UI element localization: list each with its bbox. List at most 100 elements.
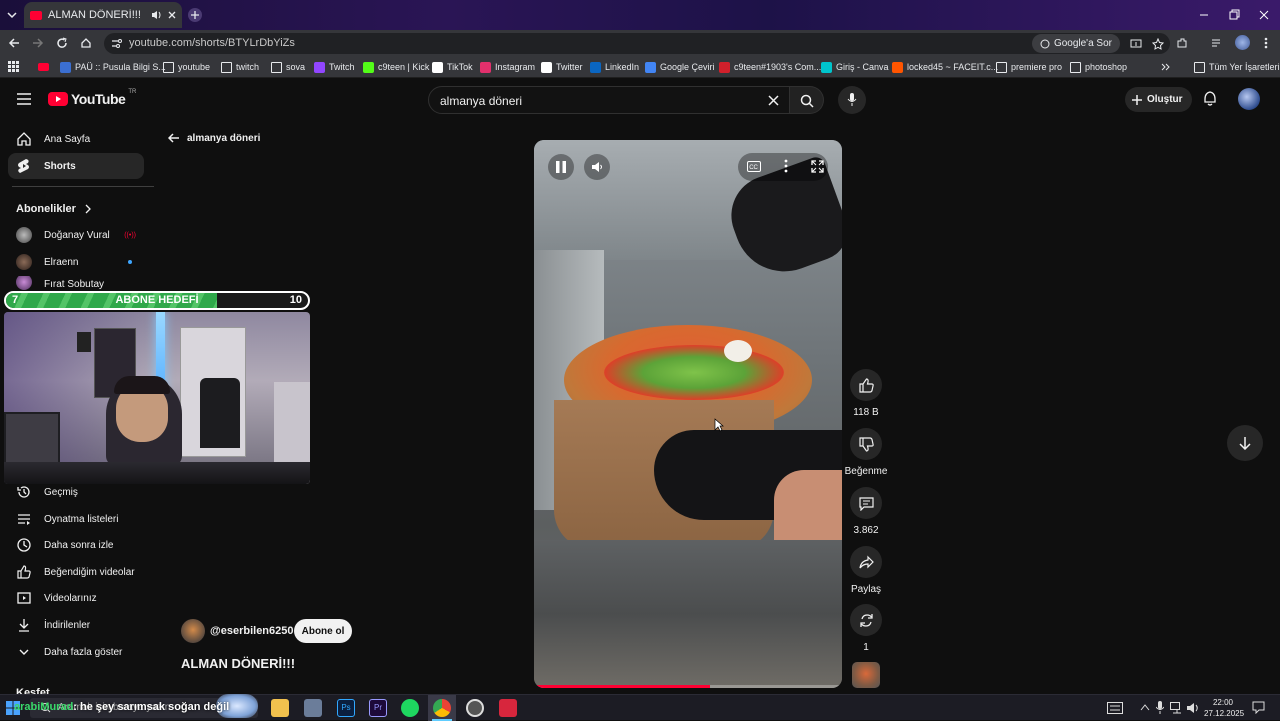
network-icon[interactable]	[1170, 702, 1184, 714]
all-bookmarks[interactable]: Tüm Yer İşaretleri	[1194, 60, 1280, 74]
bookmark-item[interactable]: LinkedIn	[590, 60, 639, 74]
spotify-icon[interactable]	[401, 699, 419, 717]
bookmark-item[interactable]: youtube	[163, 60, 210, 74]
new-tab-icon[interactable]	[188, 8, 202, 22]
sidebar-item-your-videos[interactable]: Videolarınız	[8, 585, 144, 611]
bookmark-item[interactable]: c9teen | Kick	[363, 60, 429, 74]
browser-tab[interactable]: ALMAN DÖNERİ!!! - YouTube	[24, 2, 182, 28]
more-bookmarks-icon[interactable]	[1161, 62, 1171, 72]
create-button[interactable]: Oluştur	[1125, 87, 1192, 112]
obs-icon[interactable]	[466, 699, 484, 717]
subscription-item[interactable]: Elraenn	[8, 249, 144, 275]
like-button[interactable]: 118 B	[848, 369, 884, 418]
bookmark-item[interactable]: premiere pro	[996, 60, 1062, 74]
minimize-icon[interactable]	[1198, 9, 1210, 21]
bookmark-item[interactable]: locked45 ~ FACEIT.c...	[892, 60, 998, 74]
site-info-icon[interactable]	[111, 38, 122, 49]
next-short-button[interactable]	[1227, 425, 1263, 461]
subscription-name: Fırat Sobutay	[44, 279, 105, 290]
plus-icon	[1132, 94, 1142, 105]
tab-close-icon[interactable]	[167, 10, 176, 20]
hamburger-menu-icon[interactable]	[17, 93, 31, 105]
more-options-icon[interactable]	[783, 159, 789, 173]
bookmark-star-icon[interactable]	[1152, 37, 1164, 50]
bookmark-item[interactable]: Giriş - Canva	[821, 60, 889, 74]
sidebar-item-shorts[interactable]: Shorts	[8, 153, 144, 179]
sound-thumbnail[interactable]	[852, 662, 880, 688]
sidebar-item-show-more[interactable]: Daha fazla göster	[8, 639, 144, 665]
install-app-icon[interactable]	[1130, 38, 1142, 50]
keyboard-icon[interactable]	[1107, 702, 1123, 714]
sidebar-item-home[interactable]: Ana Sayfa	[8, 126, 144, 152]
notification-center-icon[interactable]	[1252, 701, 1265, 714]
premiere-icon[interactable]: Pr	[369, 699, 387, 717]
microphone-icon[interactable]	[1156, 701, 1164, 715]
back-icon[interactable]	[8, 37, 20, 49]
comments-button[interactable]: 3.862	[848, 487, 884, 536]
subscription-item[interactable]: Doğanay Vural ((•))	[8, 222, 144, 248]
app-icon[interactable]	[499, 699, 517, 717]
sidebar-item-playlists[interactable]: Oynatma listeleri	[8, 506, 144, 532]
playback-progress[interactable]	[534, 685, 842, 688]
bookmark-item[interactable]: twitch	[221, 60, 259, 74]
back-to-search[interactable]: almanya döneri	[168, 132, 260, 144]
captions-icon[interactable]: CC	[747, 161, 761, 172]
voice-search-button[interactable]	[838, 86, 866, 114]
subscriptions-header[interactable]: Abonelikler	[16, 203, 92, 215]
fullscreen-icon[interactable]	[811, 160, 824, 173]
home-icon[interactable]	[80, 37, 92, 49]
bookmark-item[interactable]: PAÜ :: Pusula Bilgi S...	[60, 60, 166, 74]
volume-button[interactable]	[584, 154, 610, 180]
media-control-icon[interactable]	[1211, 37, 1223, 49]
account-avatar[interactable]	[1238, 88, 1260, 110]
youtube-logo[interactable]: YouTube TR	[48, 89, 136, 107]
more-menu-icon[interactable]	[1261, 37, 1271, 49]
clear-search-icon[interactable]	[768, 95, 779, 106]
profile-avatar[interactable]	[1235, 35, 1250, 50]
subscription-item[interactable]: Fırat Sobutay	[8, 276, 144, 290]
calculator-icon[interactable]	[304, 699, 322, 717]
bookmark-youtube-icon-only[interactable]	[38, 60, 49, 74]
channel-handle[interactable]: @eserbilen6250	[210, 625, 294, 637]
extensions-icon[interactable]	[1176, 37, 1188, 49]
sidebar-item-downloads[interactable]: İndirilenler	[8, 612, 144, 638]
sidebar-item-liked-videos[interactable]: Beğendiğim videolar	[8, 559, 144, 585]
notifications-icon[interactable]	[1203, 91, 1217, 107]
photoshop-icon[interactable]: Ps	[337, 699, 355, 717]
search-button[interactable]	[790, 86, 824, 114]
tab-search-icon[interactable]	[6, 9, 18, 21]
file-explorer-icon[interactable]	[271, 699, 289, 717]
restore-icon[interactable]	[1228, 9, 1240, 21]
remix-button[interactable]: 1	[848, 604, 884, 653]
chat-overlay-message: arabiMurad : he şey sarımsak soğan değil	[14, 701, 229, 713]
bookmark-item[interactable]: sova	[271, 60, 305, 74]
close-window-icon[interactable]	[1258, 9, 1270, 21]
bookmark-item[interactable]: Instagram	[480, 60, 535, 74]
dislike-button[interactable]: Beğenme	[844, 428, 888, 477]
clock[interactable]: 22:00 27.12.2025	[1204, 697, 1244, 719]
shorts-video-player[interactable]: CC	[534, 140, 842, 688]
forward-icon[interactable]	[32, 37, 44, 49]
search-input[interactable]: almanya döneri	[428, 86, 790, 114]
bookmark-item[interactable]: c9teen#1903's Com...	[719, 60, 821, 74]
channel-avatar[interactable]	[181, 619, 205, 643]
subscribe-button[interactable]: Abone ol	[294, 619, 352, 643]
volume-icon[interactable]	[1186, 702, 1200, 714]
address-bar[interactable]: youtube.com/shorts/BTYLrDbYiZs Google'a …	[104, 33, 1170, 54]
pause-button[interactable]	[548, 154, 574, 180]
chrome-icon[interactable]	[433, 699, 451, 717]
remix-icon	[859, 613, 873, 627]
bookmark-item[interactable]: photoshop	[1070, 60, 1127, 74]
share-button[interactable]: Paylaş	[846, 546, 886, 595]
google-sor-button[interactable]: Google'a Sor	[1031, 34, 1120, 53]
sidebar-item-watch-later[interactable]: Daha sonra izle	[8, 532, 144, 558]
chevron-up-icon[interactable]	[1140, 703, 1150, 711]
bookmark-item[interactable]: Google Çeviri	[645, 60, 715, 74]
bookmark-item[interactable]: TikTok	[432, 60, 473, 74]
bookmark-item[interactable]: Twitch	[314, 60, 355, 74]
bookmark-item[interactable]: Twitter	[541, 60, 583, 74]
apps-grid-icon[interactable]	[8, 61, 19, 72]
reload-icon[interactable]	[56, 37, 68, 49]
folder-icon	[271, 61, 282, 73]
tab-audio-icon[interactable]	[150, 9, 161, 21]
